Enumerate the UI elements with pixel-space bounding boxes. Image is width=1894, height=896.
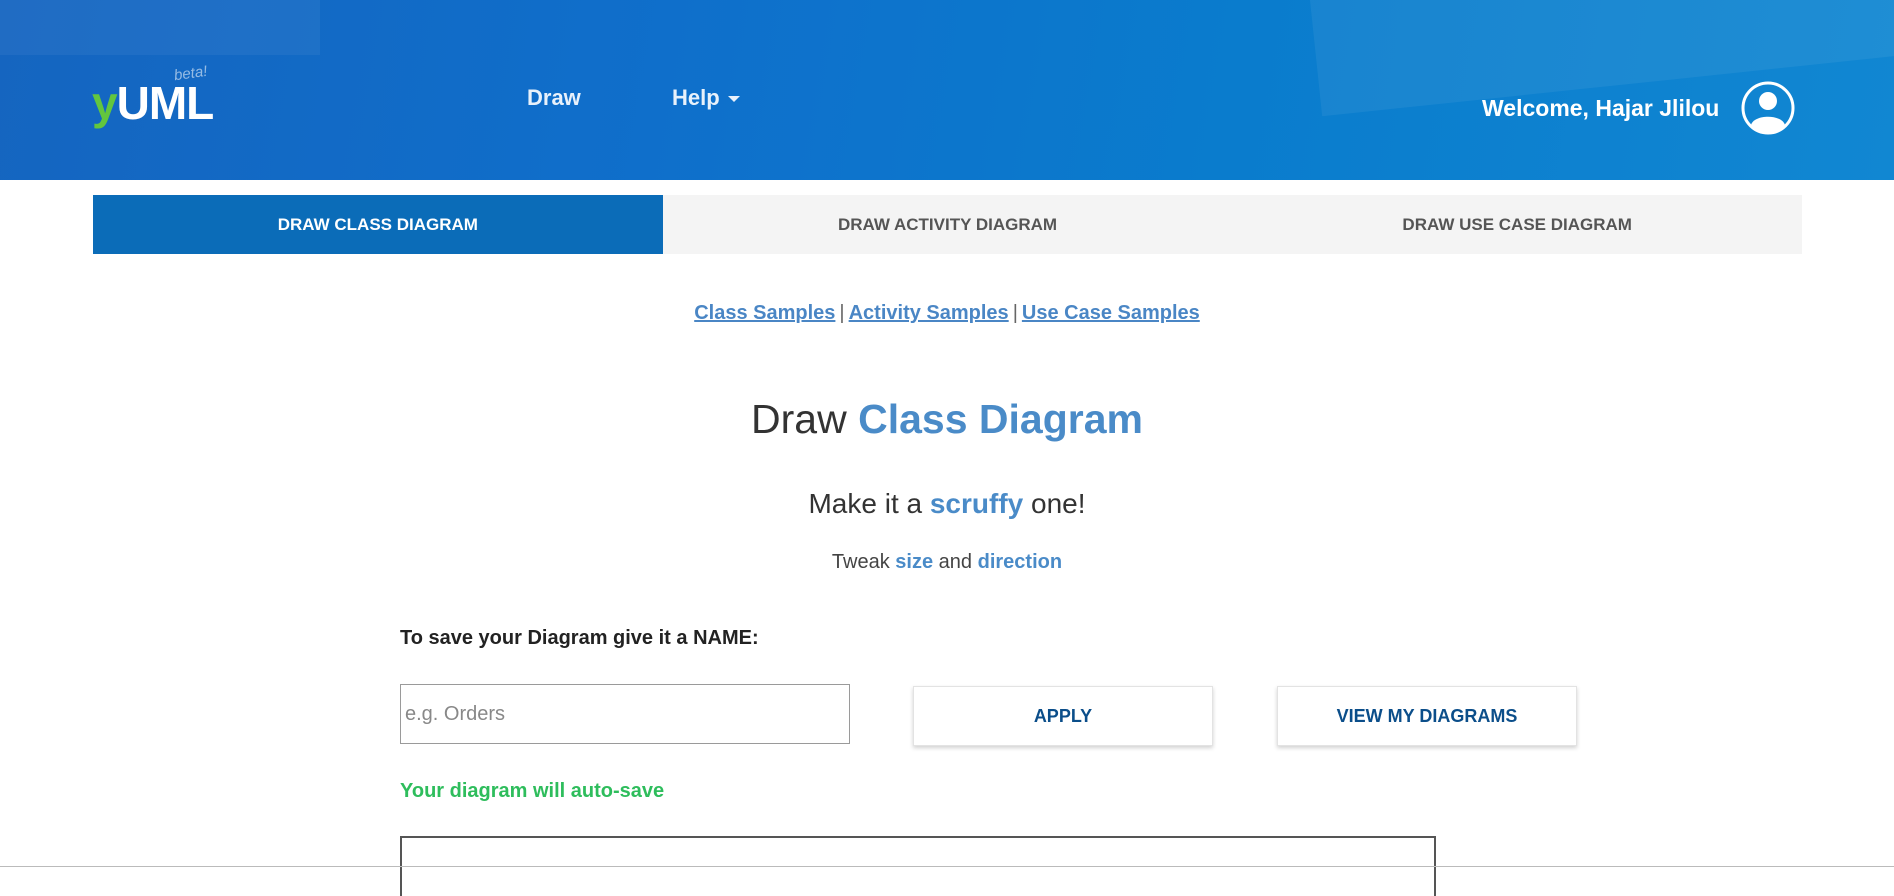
view-my-diagrams-button[interactable]: VIEW MY DIAGRAMS [1277,686,1577,746]
subtitle-suffix: one! [1031,488,1086,519]
autosave-notice: Your diagram will auto-save [400,780,665,802]
separator: | [839,302,845,324]
nav-help-dropdown[interactable]: Help [672,85,740,111]
nav-help-label: Help [672,85,720,110]
use-case-samples-link[interactable]: Use Case Samples [1022,302,1200,324]
beta-badge: beta! [172,62,209,85]
welcome-text: Welcome, Hajar Jlilou [1482,95,1720,121]
tweak-and: and [938,551,973,573]
logo-y: y [92,77,118,129]
tweak-options: Tweak size and direction [0,551,1894,574]
tab-use-case-diagram[interactable]: DRAW USE CASE DIAGRAM [1232,195,1802,254]
page-title: Draw Class Diagram [0,396,1894,443]
save-name-label: To save your Diagram give it a NAME: [400,627,759,649]
diagram-type-tabs: DRAW CLASS DIAGRAM DRAW ACTIVITY DIAGRAM… [93,195,1802,254]
header-decoration [0,0,320,55]
apply-button[interactable]: APPLY [913,686,1213,746]
title-accent: Class Diagram [858,396,1143,442]
tab-class-diagram[interactable]: DRAW CLASS DIAGRAM [93,195,663,254]
nav-draw-link[interactable]: Draw [527,85,581,111]
subtitle-prefix: Make it a [808,488,923,519]
scruffy-toggle[interactable]: scruffy [930,488,1023,519]
direction-option-link[interactable]: direction [978,551,1062,573]
site-header: yUML beta! Draw Help Welcome, Hajar Jlil… [0,0,1894,180]
tweak-prefix: Tweak [831,551,890,573]
yuml-logo[interactable]: yUML beta! [92,63,215,129]
samples-links: Class Samples | Activity Samples | Use Case … [0,302,1894,325]
activity-samples-link[interactable]: Activity Samples [849,302,1009,324]
size-option-link[interactable]: size [895,551,933,573]
user-avatar-icon[interactable] [1741,81,1795,135]
diagram-name-input[interactable] [400,684,850,744]
separator: | [1012,302,1018,324]
logo-uml: UML [116,77,215,129]
class-samples-link[interactable]: Class Samples [694,302,835,324]
title-prefix: Draw [751,396,847,442]
page-subtitle: Make it a scruffy one! [0,488,1894,520]
tab-activity-diagram[interactable]: DRAW ACTIVITY DIAGRAM [663,195,1233,254]
caret-down-icon [727,96,740,103]
